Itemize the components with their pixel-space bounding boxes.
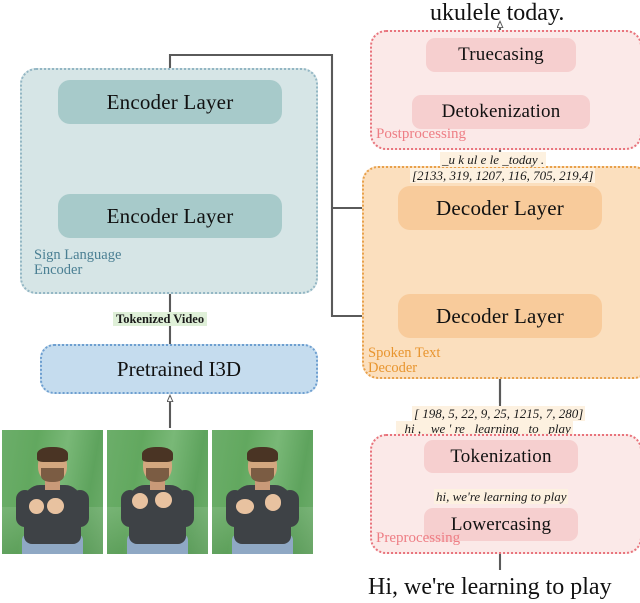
- decoder-output-subwords: _u k ul e le _today .: [440, 152, 547, 167]
- decoder-layer-top[interactable]: Decoder Layer: [398, 186, 602, 230]
- decoder-layer-bottom[interactable]: Decoder Layer: [398, 294, 602, 338]
- decoder-input-token-ids: [ 198, 5, 22, 9, 25, 1215, 7, 280]: [412, 406, 586, 421]
- hair-shape: [37, 447, 68, 463]
- decoder-label-line1: Spoken Text: [368, 345, 441, 361]
- video-frame-3: [212, 430, 313, 554]
- beard-shape: [146, 468, 169, 483]
- beard-shape: [251, 468, 274, 483]
- truecasing-box[interactable]: Truecasing: [426, 38, 576, 72]
- diagram-canvas: Encoder Layer Encoder Layer Sign Languag…: [0, 0, 640, 603]
- tokenized-video-label: Tokenized Video: [113, 311, 208, 327]
- encoder-label-line1: Sign Language: [34, 247, 122, 263]
- hand-right: [264, 494, 281, 511]
- decoder-container-label: Spoken Text Decoder: [368, 346, 440, 376]
- torso-shape: [24, 484, 81, 545]
- decoder-label-line2: Decoder: [368, 360, 418, 376]
- lowercasing-output-text: hi, we're learning to play: [434, 489, 569, 504]
- pipeline-output-text: ukulele today.: [430, 0, 565, 26]
- video-frame-strip: [2, 430, 314, 554]
- tokenization-box[interactable]: Tokenization: [424, 440, 578, 473]
- hair-shape: [247, 447, 278, 463]
- decoder-output-token-ids: [2133, 319, 1207, 116, 705, 219,4]: [410, 168, 596, 183]
- encoder-layer-top[interactable]: Encoder Layer: [58, 80, 282, 124]
- postprocessing-container-label: Postprocessing: [376, 126, 466, 142]
- encoder-container-label: Sign Language Encoder: [34, 248, 121, 278]
- encoder-layer-bottom[interactable]: Encoder Layer: [58, 194, 282, 238]
- hand-right: [155, 492, 172, 509]
- video-frame-1: [2, 430, 103, 554]
- beard-shape: [41, 468, 64, 483]
- pipeline-input-text: Hi, we're learning to play: [368, 574, 612, 600]
- torso-shape: [234, 484, 291, 545]
- video-frame-2: [107, 430, 208, 554]
- detokenization-box[interactable]: Detokenization: [412, 95, 590, 129]
- hand-right: [47, 498, 64, 515]
- preprocessing-container-label: Preprocessing: [376, 530, 461, 546]
- pretrained-i3d-box[interactable]: Pretrained I3D: [40, 344, 318, 394]
- pretrained-i3d-label: Pretrained I3D: [116, 356, 242, 381]
- encoder-label-line2: Encoder: [34, 262, 83, 278]
- hair-shape: [142, 447, 173, 463]
